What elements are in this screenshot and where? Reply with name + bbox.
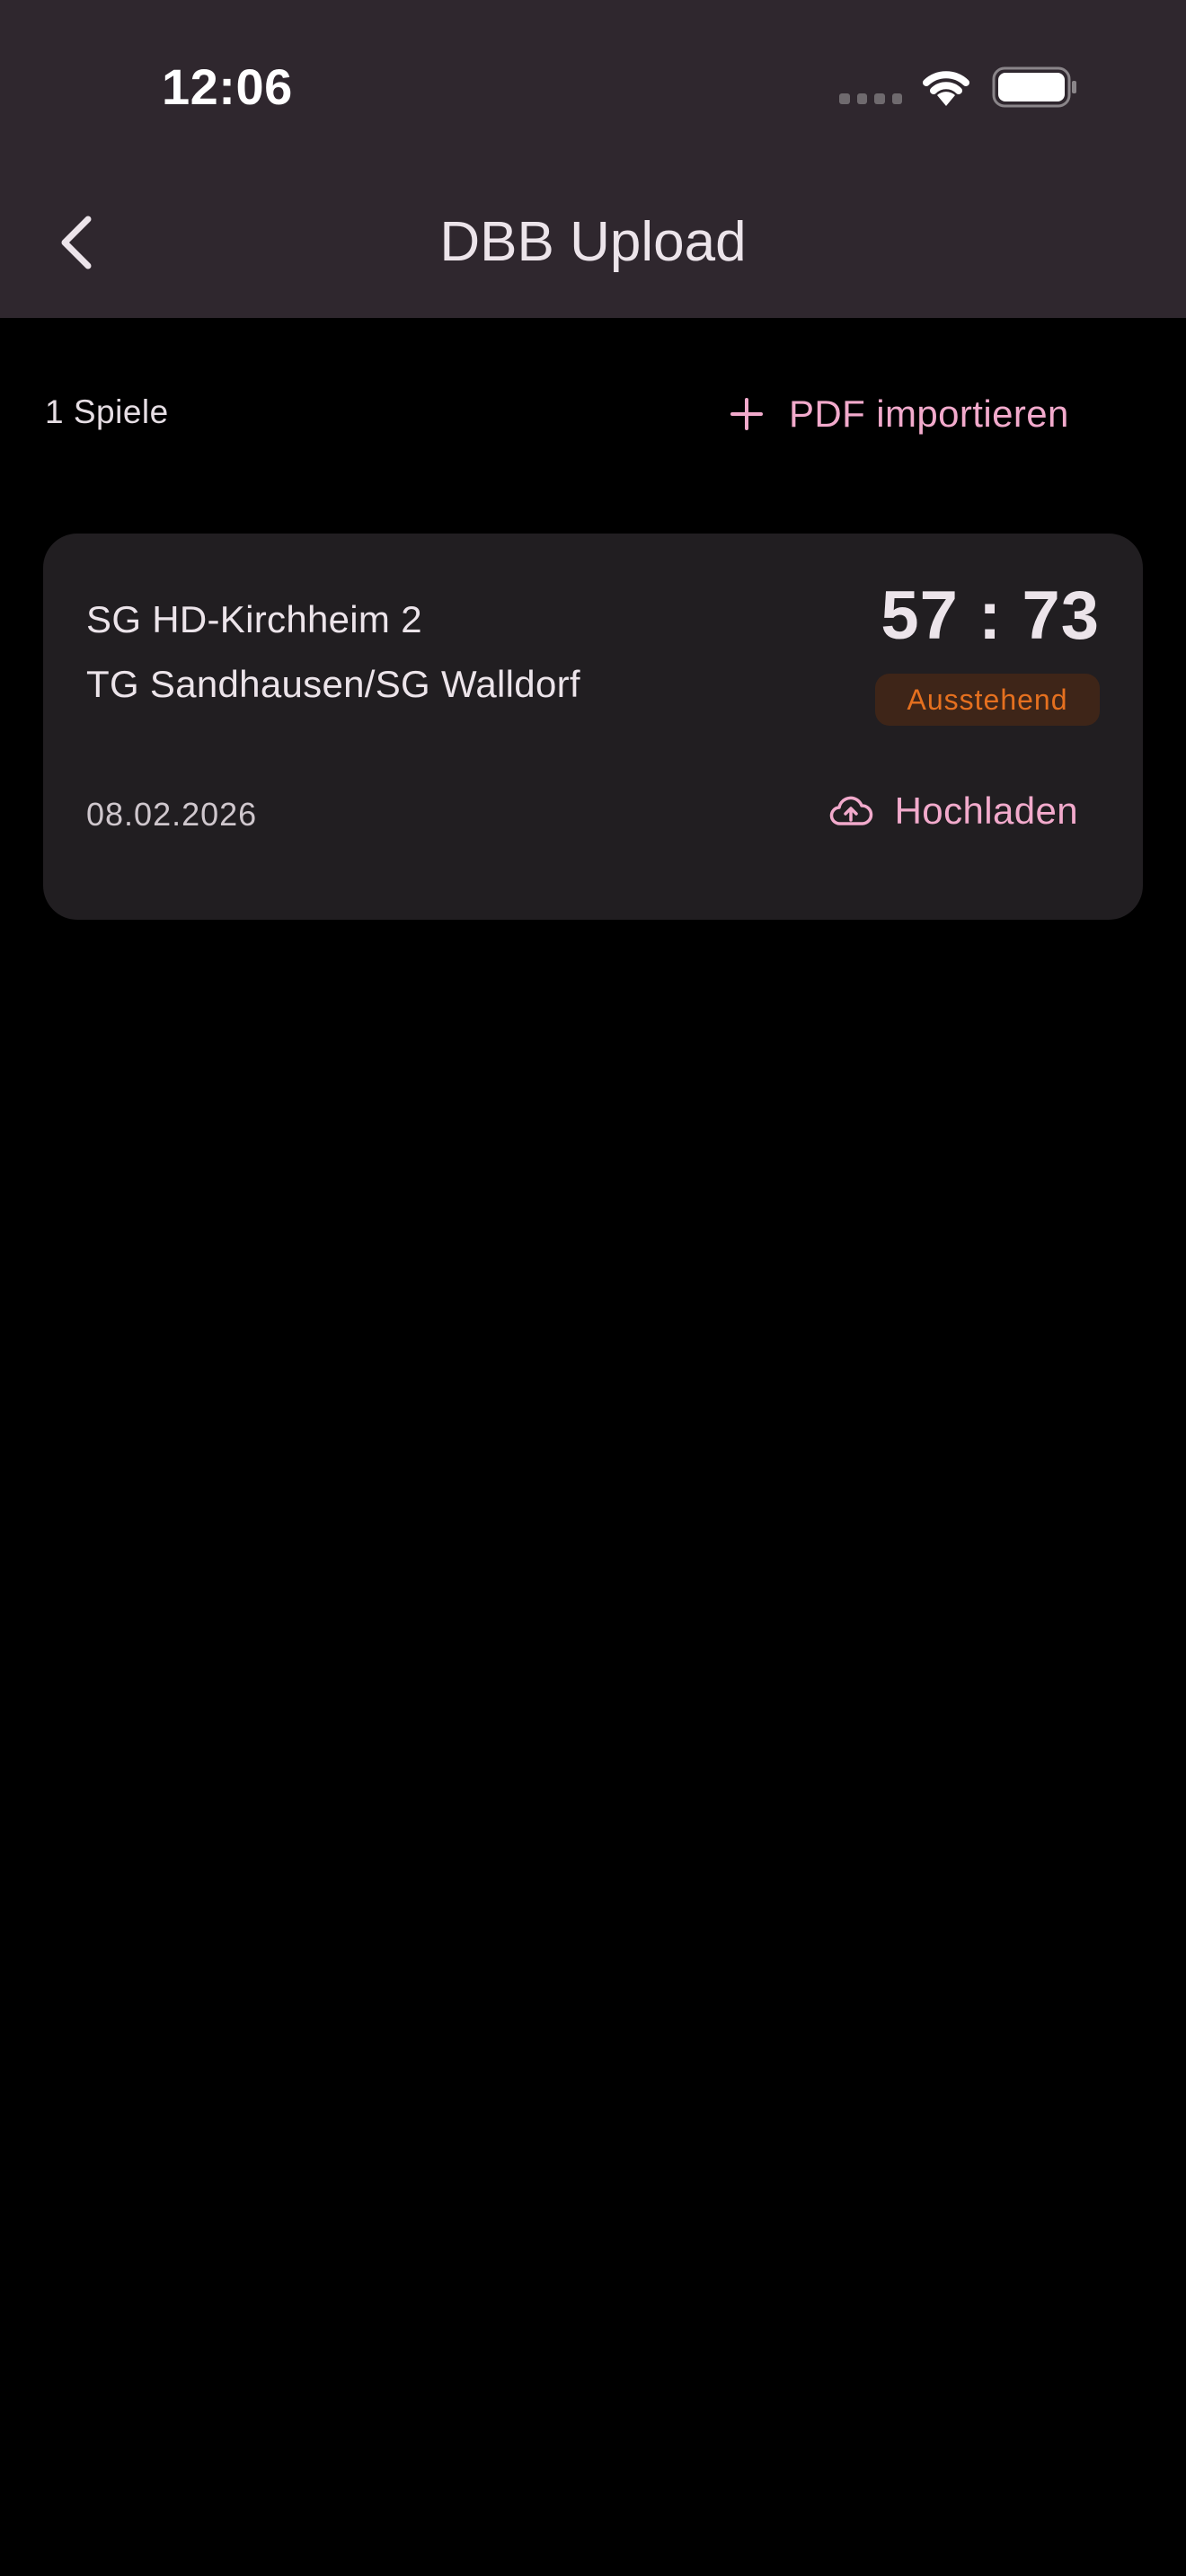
status-bar-time: 12:06: [162, 58, 293, 115]
cellular-signal-icon: [839, 93, 902, 106]
status-badge: Ausstehend: [875, 674, 1100, 726]
app-header: 12:06 DBB Upload: [0, 0, 1186, 318]
cloud-upload-icon: [829, 796, 872, 825]
away-team: TG Sandhausen/SG Walldorf: [86, 663, 580, 705]
upload-button[interactable]: Hochladen: [828, 781, 1078, 841]
game-count: 1 Spiele: [45, 393, 169, 430]
game-score: 57 : 73: [881, 578, 1100, 654]
plus-icon: [730, 398, 763, 430]
wifi-icon: [923, 71, 969, 106]
page-title: DBB Upload: [439, 211, 747, 273]
upload-label: Hochladen: [894, 790, 1078, 832]
home-team: SG HD-Kirchheim 2: [86, 598, 422, 640]
battery-icon: [992, 66, 1076, 108]
import-pdf-button[interactable]: PDF importieren: [730, 384, 1069, 444]
game-card[interactable]: SG HD-Kirchheim 2 TG Sandhausen/SG Walld…: [43, 534, 1143, 920]
game-date: 08.02.2026: [86, 796, 258, 833]
import-pdf-label: PDF importieren: [789, 393, 1069, 435]
